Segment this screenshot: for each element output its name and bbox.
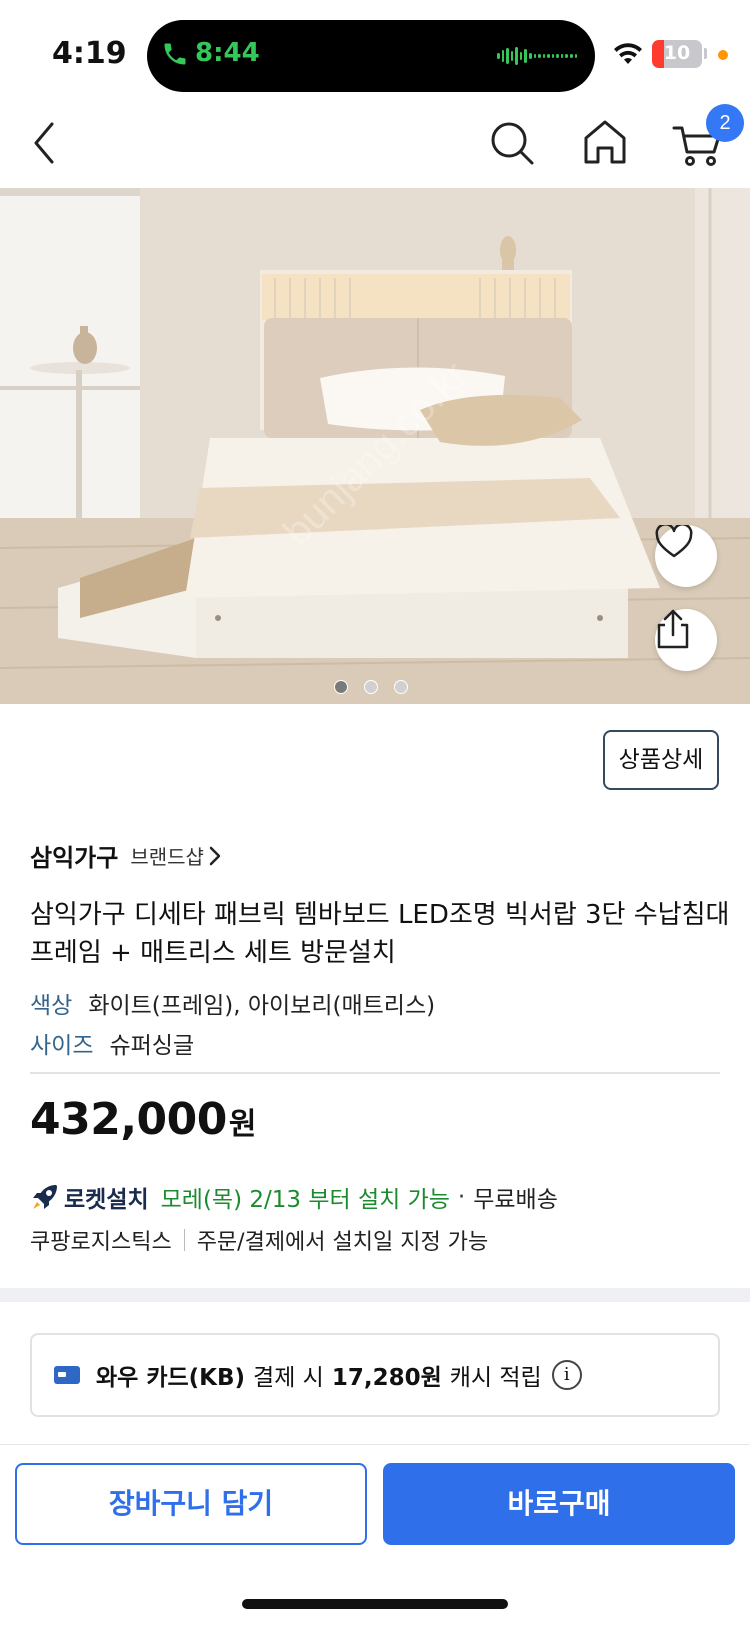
divider [183, 1229, 185, 1251]
top-nav-bar: 2 [0, 104, 750, 188]
free-shipping-label: 무료배송 [473, 1187, 558, 1213]
battery-level: 10 [663, 42, 691, 64]
cart-count-badge[interactable]: 2 [706, 104, 744, 142]
price: 432,000원 [30, 1094, 257, 1145]
heart-icon [655, 525, 693, 558]
audio-waveform-icon [497, 46, 578, 66]
search-icon[interactable] [488, 118, 536, 168]
back-arrow-icon[interactable] [28, 118, 62, 168]
logistics-label: 쿠팡로지스틱스 [30, 1230, 172, 1255]
battery-indicator: 10 [652, 40, 702, 68]
battery-cap [704, 48, 707, 59]
card-name: 와우 카드(KB) [96, 1365, 246, 1391]
buy-now-button[interactable]: 바로구매 [383, 1463, 735, 1545]
wifi-icon [614, 43, 642, 64]
rocket-install-label: 로켓설치 [64, 1187, 149, 1213]
home-icon[interactable] [582, 116, 628, 168]
option-size-label: 사이즈 [30, 1033, 94, 1059]
cashback-amount: 17,280원 [331, 1365, 442, 1391]
separator-dot: · [457, 1184, 466, 1210]
install-date-note: 주문/결제에서 설치일 지정 가능 [196, 1230, 489, 1255]
gallery-pagination [334, 680, 408, 694]
section-separator [0, 1288, 750, 1302]
price-amount: 432,000 [30, 1094, 227, 1145]
home-indicator[interactable] [242, 1599, 508, 1609]
card-text-mid: 결제 시 [253, 1365, 324, 1391]
option-size-value: 슈퍼싱글 [109, 1033, 195, 1059]
card-text-end: 캐시 적립 [449, 1365, 542, 1391]
rocket-install-row: 로켓설치 모레(목) 2/13 부터 설치 가능 · 무료배송 [30, 1180, 558, 1214]
credit-card-icon [54, 1366, 80, 1384]
share-button[interactable] [655, 609, 717, 671]
info-icon[interactable]: i [551, 1360, 582, 1390]
brand-row[interactable]: 삼익가구 브랜드샵 [30, 838, 222, 873]
bottom-action-bar: 장바구니 담기 바로구매 [0, 1444, 750, 1626]
product-details-button[interactable]: 상품상세 [603, 730, 719, 790]
option-color-value: 화이트(프레임), 아이보리(매트리스) [88, 993, 436, 1019]
phone-call-icon [164, 43, 186, 65]
brand-name[interactable]: 삼익가구 [30, 838, 118, 873]
mic-in-use-indicator [718, 50, 728, 60]
gallery-dot[interactable] [334, 680, 348, 694]
product-photo: bunjang.co.kr [0, 188, 750, 704]
brand-shop-link[interactable]: 브랜드샵 [130, 841, 204, 870]
call-timer: 8:44 [195, 38, 260, 68]
option-color-row[interactable]: 색상 화이트(프레임), 아이보리(매트리스) [30, 986, 435, 1020]
share-icon [657, 609, 689, 649]
product-image-gallery[interactable]: bunjang.co.kr [0, 188, 750, 704]
option-size-row[interactable]: 사이즈 슈퍼싱글 [30, 1026, 194, 1060]
divider [30, 1072, 720, 1074]
wishlist-button[interactable] [655, 525, 717, 587]
product-title: 삼익가구 디세타 패브릭 템바보드 LED조명 빅서랍 3단 수납침대 프레임 … [30, 900, 730, 968]
gallery-dot[interactable] [394, 680, 408, 694]
chevron-right-icon [209, 846, 221, 865]
add-to-cart-button[interactable]: 장바구니 담기 [15, 1463, 367, 1545]
status-time: 4:19 [52, 36, 127, 71]
price-unit: 원 [228, 1107, 257, 1142]
gallery-dot[interactable] [364, 680, 378, 694]
status-bar: 4:19 8:44 10 [0, 0, 750, 104]
dynamic-island[interactable]: 8:44 [147, 20, 595, 92]
option-color-label: 색상 [30, 993, 73, 1019]
rocket-icon [33, 1185, 57, 1209]
card-cashback-banner[interactable]: 와우 카드(KB) 결제 시 17,280원 캐시 적립 i [30, 1333, 720, 1417]
logistics-row: 쿠팡로지스틱스 주문/결제에서 설치일 지정 가능 [30, 1224, 488, 1256]
delivery-date: 모레(목) 2/13 부터 설치 가능 [160, 1187, 450, 1213]
